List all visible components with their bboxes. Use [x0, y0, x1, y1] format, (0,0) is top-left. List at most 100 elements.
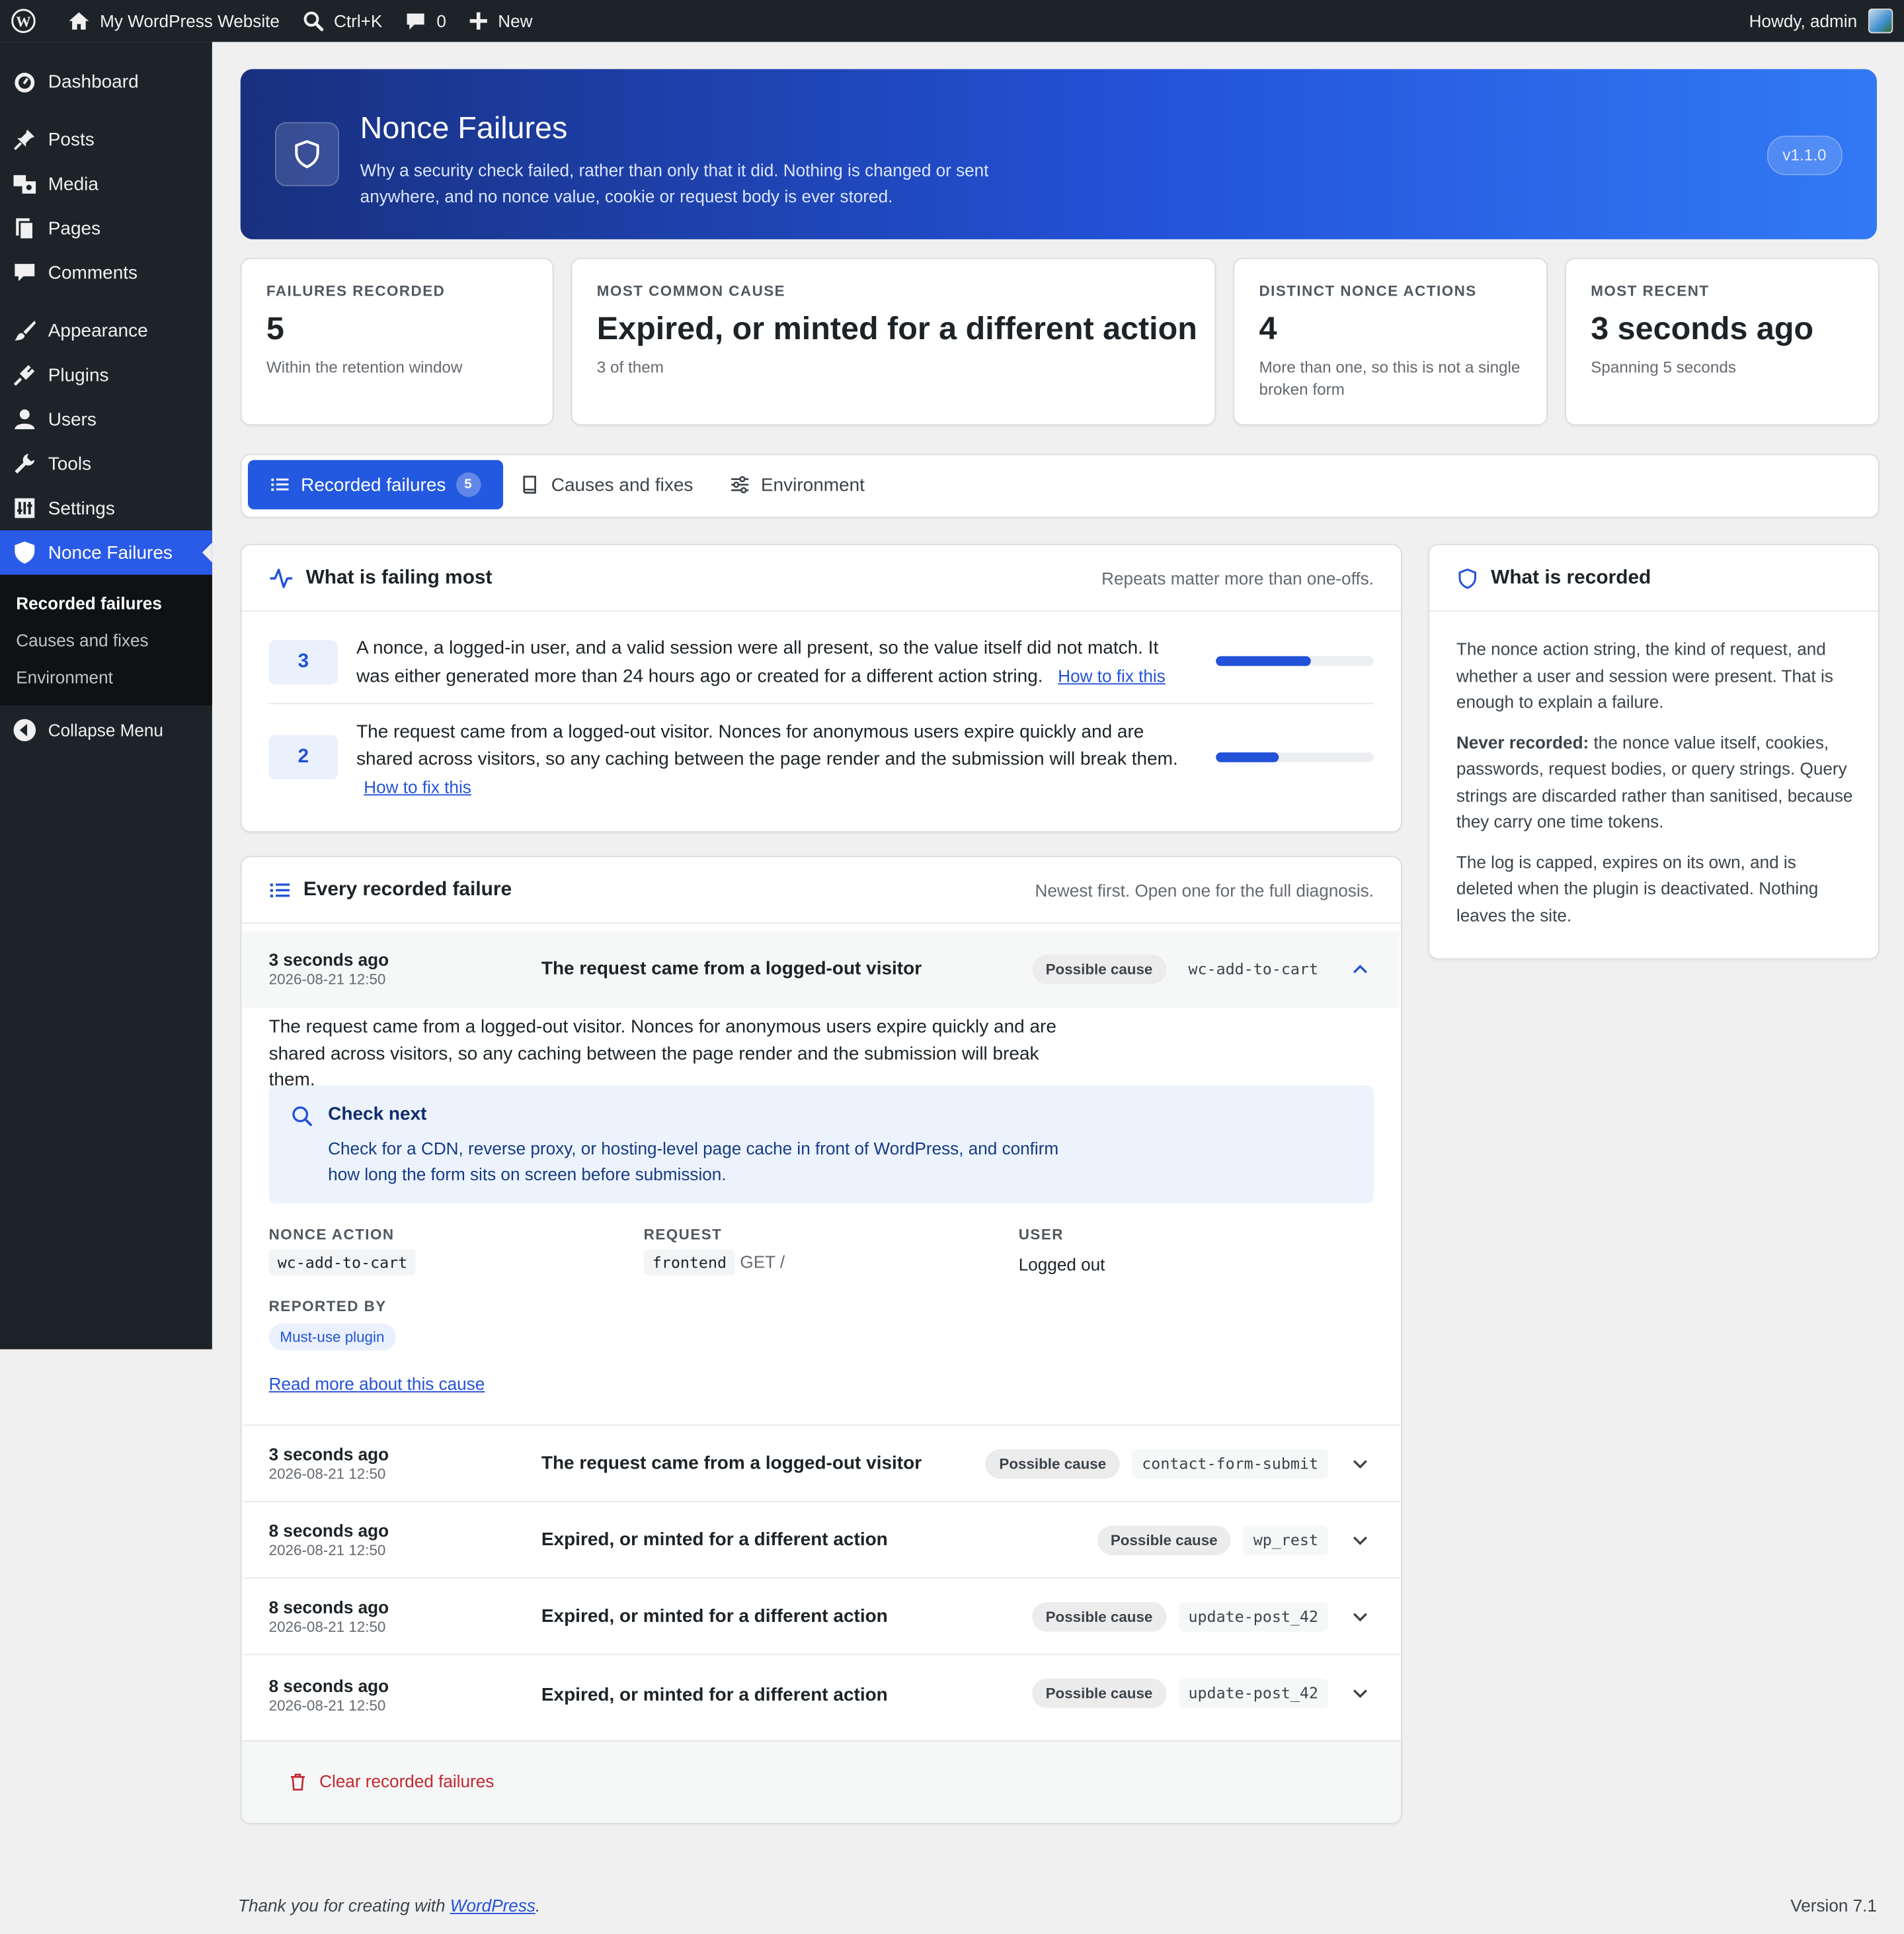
submenu-environment[interactable]: Environment [0, 659, 212, 696]
nonce-action-code: update-post_42 [1178, 1678, 1328, 1709]
panel-header: What is failing most Repeats matter more… [241, 545, 1401, 612]
menu-media[interactable]: Media [0, 161, 212, 206]
menu-label: Media [48, 173, 99, 194]
failure-row[interactable]: 8 seconds ago 2026-08-21 12:50 Expired, … [243, 1501, 1400, 1579]
stat-card-most-recent: MOST RECENT 3 seconds ago Spanning 5 sec… [1565, 257, 1880, 426]
failure-row[interactable]: 3 seconds ago 2026-08-21 12:50 The reque… [243, 1424, 1400, 1502]
chevron-down-icon[interactable] [1345, 1532, 1375, 1549]
chevron-down-icon[interactable] [1345, 1685, 1375, 1702]
tab-recorded-failures[interactable]: Recorded failures 5 [247, 460, 503, 510]
read-more-link[interactable]: Read more about this cause [269, 1374, 485, 1394]
wordpress-logo-icon[interactable]: W [0, 0, 57, 42]
brush-icon [15, 320, 36, 341]
possible-cause-badge: Possible cause [985, 1449, 1120, 1479]
menu-label: Plugins [48, 364, 109, 385]
menu-label: Pages [48, 218, 101, 239]
site-name: My WordPress Website [100, 11, 280, 31]
panel-footer: Clear recorded failures [241, 1740, 1401, 1823]
failure-date: 2026-08-21 12:50 [268, 1697, 386, 1714]
home-icon [69, 12, 89, 30]
activity-icon [270, 568, 293, 588]
cause-count: 3 [268, 640, 338, 685]
failure-time: 8 seconds ago [268, 1520, 389, 1541]
menu-tools[interactable]: Tools [0, 442, 212, 486]
menu-nonce-failures[interactable]: Nonce Failures [0, 530, 212, 575]
page-title: Nonce Failures [360, 110, 568, 146]
menu-pages[interactable]: Pages [0, 206, 212, 251]
command-search[interactable]: Ctrl+K [291, 0, 393, 42]
wordpress-link[interactable]: WordPress [450, 1896, 536, 1915]
menu-posts[interactable]: Posts [0, 117, 212, 161]
admin-bar: W My WordPress Website Ctrl+K 0 New Howd… [0, 0, 1904, 42]
clear-failures-button[interactable]: Clear recorded failures [288, 1771, 494, 1791]
user-icon [15, 409, 35, 430]
recorded-paragraph: The nonce action string, the kind of req… [1456, 639, 1833, 712]
menu-comments[interactable]: Comments [0, 251, 212, 295]
stat-subtext: Spanning 5 seconds [1591, 357, 1736, 376]
request-method: GET / [740, 1252, 785, 1272]
menu-appearance[interactable]: Appearance [0, 308, 212, 352]
stat-label: MOST RECENT [1591, 282, 1710, 300]
failure-date: 2026-08-21 12:50 [268, 1465, 386, 1483]
collapse-menu-button[interactable]: Collapse Menu [0, 708, 212, 752]
chevron-down-icon[interactable] [1345, 1455, 1375, 1472]
plus-icon [469, 12, 487, 30]
menu-dashboard[interactable]: Dashboard [0, 60, 212, 104]
failure-meta: Possible cause update-post_42 [1032, 1579, 1375, 1656]
panel-note: Newest first. Open one for the full diag… [1035, 879, 1374, 900]
failure-row-expanded[interactable]: 3 seconds ago 2026-08-21 12:50 The reque… [243, 931, 1400, 1008]
menu-plugins[interactable]: Plugins [0, 352, 212, 397]
menu-users[interactable]: Users [0, 397, 212, 442]
cause-summary-row: 2 The request came from a logged-out vis… [268, 719, 1374, 805]
cause-text: The request came from a logged-out visit… [356, 719, 1195, 801]
version-badge: v1.1.0 [1766, 136, 1843, 175]
how-to-fix-link[interactable]: How to fix this [1058, 666, 1166, 686]
failure-row[interactable]: 8 seconds ago 2026-08-21 12:50 Expired, … [243, 1577, 1400, 1656]
stat-card-common-cause: MOST COMMON CAUSE Expired, or minted for… [571, 257, 1216, 426]
tab-label: Environment [760, 474, 865, 495]
search-icon [303, 11, 323, 32]
account-menu[interactable]: Howdy, admin [1738, 0, 1904, 42]
tab-environment[interactable]: Environment [730, 460, 865, 510]
stat-card-distinct-actions: DISTINCT NONCE ACTIONS 4 More than one, … [1233, 257, 1548, 426]
request-label: REQUEST [643, 1226, 723, 1244]
submenu-recorded-failures[interactable]: Recorded failures [0, 584, 212, 622]
failure-title: Expired, or minted for a different actio… [541, 1605, 888, 1627]
clear-failures-label: Clear recorded failures [319, 1771, 495, 1791]
failure-title: Expired, or minted for a different actio… [541, 1685, 888, 1706]
media-icon [13, 175, 36, 194]
sliders-icon [731, 476, 749, 494]
cause-share-fill [1216, 752, 1279, 762]
shield-icon [274, 122, 339, 186]
panel-title: What is recorded [1491, 567, 1651, 588]
failure-date: 2026-08-21 12:50 [268, 1618, 386, 1636]
collapse-icon [13, 719, 36, 742]
cause-share-bar [1216, 752, 1374, 762]
site-name-link[interactable]: My WordPress Website [57, 0, 291, 42]
failure-time: 8 seconds ago [268, 1675, 389, 1696]
chevron-up-icon[interactable] [1345, 961, 1375, 978]
comments-link[interactable]: 0 [393, 0, 457, 42]
nonce-action-code: update-post_42 [1178, 1602, 1328, 1632]
tab-causes-and-fixes[interactable]: Causes and fixes [520, 460, 693, 510]
plugin-header: Nonce Failures Why a security check fail… [240, 69, 1877, 239]
submenu-causes-and-fixes[interactable]: Causes and fixes [0, 622, 212, 659]
new-content-link[interactable]: New [457, 0, 544, 42]
comment-icon [15, 264, 35, 282]
book-icon [523, 475, 536, 494]
chevron-down-icon[interactable] [1345, 1608, 1375, 1625]
list-icon [271, 478, 289, 491]
how-to-fix-link[interactable]: How to fix this [364, 777, 471, 797]
failure-title: The request came from a logged-out visit… [541, 1453, 922, 1474]
footer-version: Version 7.1 [1790, 1895, 1877, 1915]
page-description: Why a security check failed, rather than… [360, 160, 989, 206]
footer-thanks-text: Thank you for creating with [238, 1895, 450, 1915]
failure-row[interactable]: 8 seconds ago 2026-08-21 12:50 Expired, … [243, 1654, 1400, 1741]
shield-icon [15, 541, 35, 564]
user-value: Logged out [1018, 1254, 1105, 1274]
menu-label: Nonce Failures [48, 542, 173, 563]
search-icon [292, 1106, 312, 1127]
panel-note: Repeats matter more than one-offs. [1101, 567, 1374, 588]
menu-settings[interactable]: Settings [0, 486, 212, 530]
cause-text: A nonce, a logged-in user, and a valid s… [356, 635, 1195, 691]
